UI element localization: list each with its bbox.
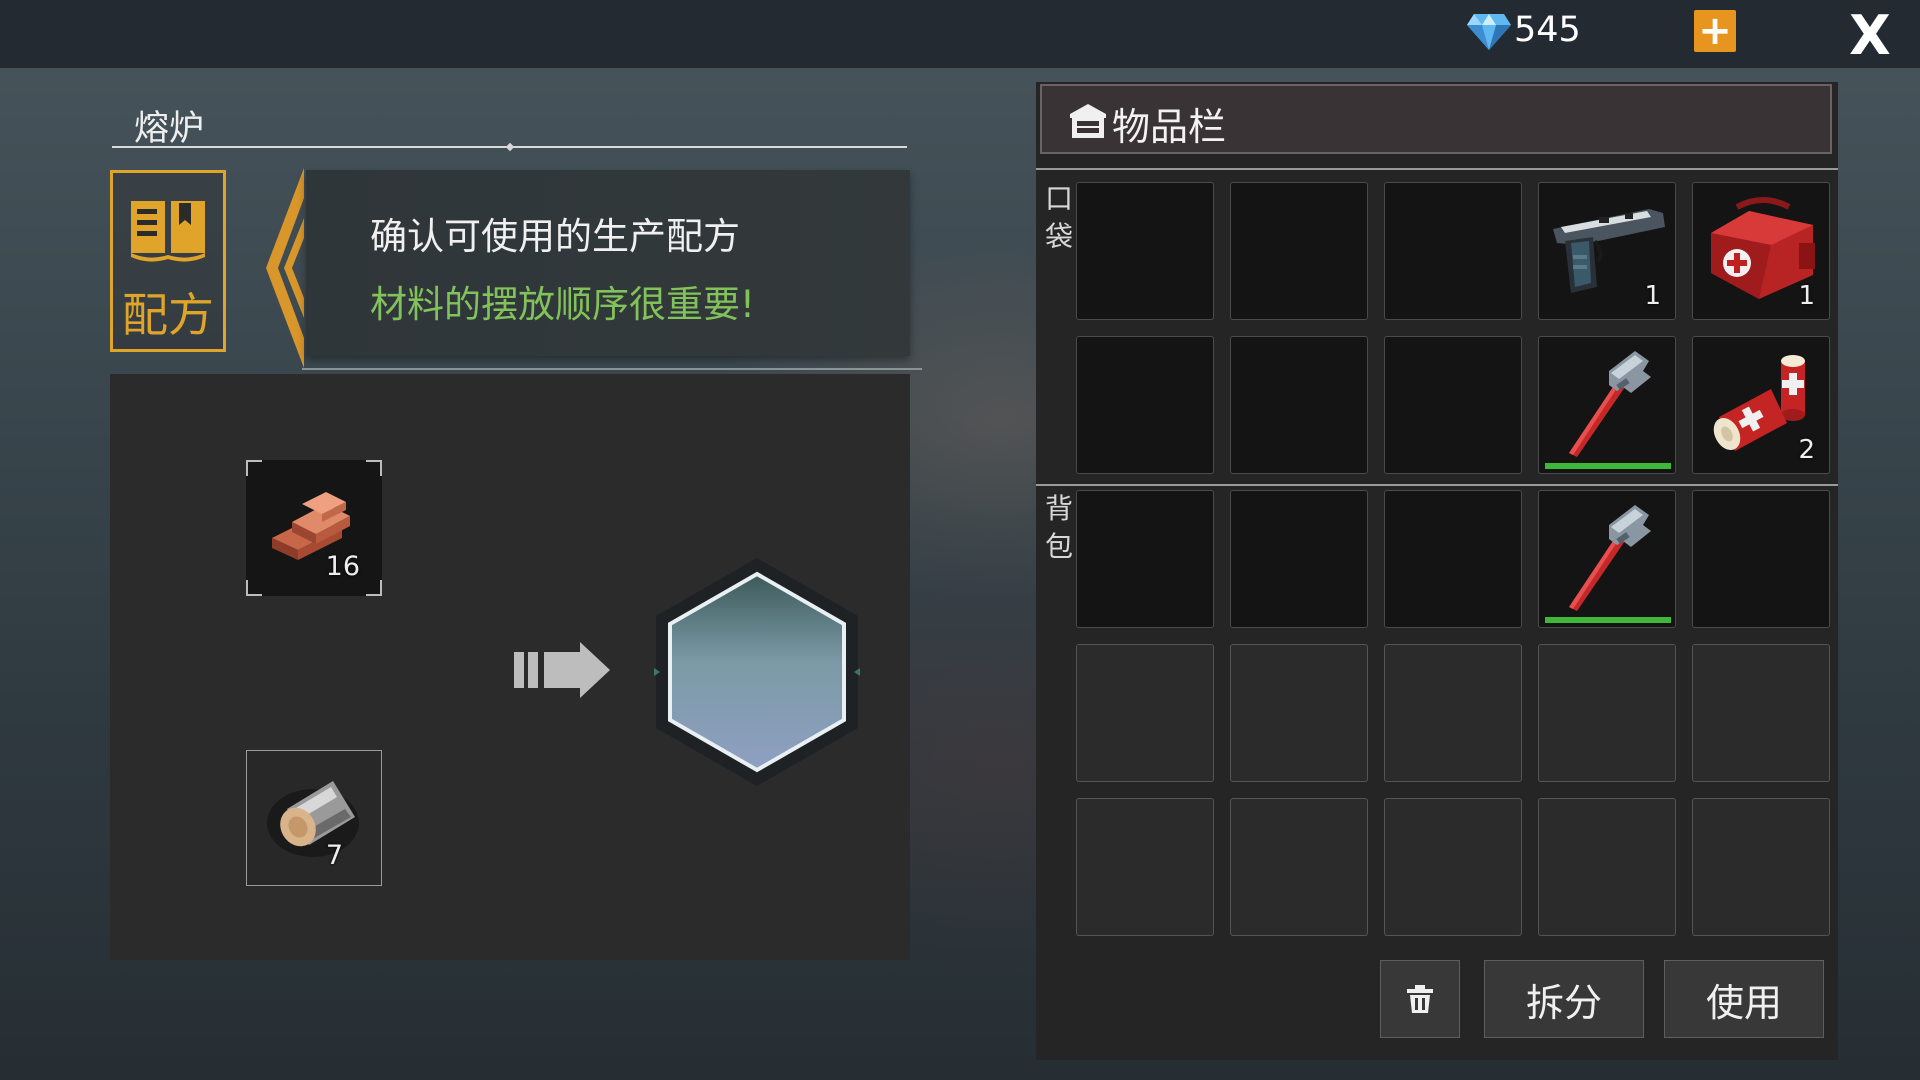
backpack-slot[interactable] [1692, 644, 1830, 782]
backpack-slot[interactable] [1230, 644, 1368, 782]
pipe-wrench-icon [1569, 351, 1651, 457]
storage-icon [1070, 104, 1106, 138]
delete-button[interactable] [1380, 960, 1460, 1038]
item-count: 1 [1798, 281, 1815, 311]
add-currency-button[interactable]: + [1694, 10, 1736, 52]
item-count: 16 [325, 551, 360, 582]
pocket-label: 口 袋 [1044, 182, 1073, 253]
pocket-slot[interactable] [1076, 182, 1214, 320]
station-title: 熔炉 [134, 109, 205, 149]
top-bar [0, 0, 1920, 68]
pocket-slot-bandage[interactable]: 2 [1692, 336, 1830, 474]
hint-panel: 确认可使用的生产配方 材料的摆放顺序很重要! [306, 170, 910, 356]
inventory-panel: 物品栏 口 袋 背 包 1 1 2 拆分 使用 [1036, 82, 1838, 1060]
backpack-slot[interactable] [1692, 798, 1830, 936]
pipe-wrench-icon [1569, 505, 1651, 611]
header-divider [1036, 168, 1838, 170]
chevron-left-icon [266, 168, 304, 368]
diamond-icon [1467, 14, 1511, 50]
input-slot-copper[interactable]: 16 [246, 460, 382, 596]
pocket-slot[interactable] [1384, 182, 1522, 320]
currency-amount: 545 [1514, 10, 1581, 50]
section-divider [1036, 484, 1838, 486]
recipe-label: 配方 [122, 288, 214, 342]
durability-bar [1545, 617, 1671, 623]
item-count: 1 [1644, 281, 1661, 311]
pocket-slot[interactable] [1230, 182, 1368, 320]
pocket-slot[interactable] [1384, 336, 1522, 474]
backpack-slot-wrench[interactable] [1538, 490, 1676, 628]
backpack-slot[interactable] [1076, 490, 1214, 628]
backpack-slot[interactable] [1384, 490, 1522, 628]
pocket-slot-medkit[interactable]: 1 [1692, 182, 1830, 320]
hint-text: 确认可使用的生产配方 [370, 215, 740, 258]
input-slot-log[interactable]: 7 [246, 750, 382, 886]
backpack-slot[interactable] [1384, 644, 1522, 782]
arrow-right-icon [514, 642, 610, 698]
log-icon [267, 781, 359, 857]
hint-warning-text: 材料的摆放顺序很重要! [370, 283, 755, 326]
slot-corner [246, 460, 262, 476]
backpack-slot[interactable] [1230, 490, 1368, 628]
item-count: 7 [325, 840, 343, 871]
recipe-button[interactable]: 配方 [110, 170, 226, 352]
backpack-slot[interactable] [1076, 644, 1214, 782]
slot-corner [366, 460, 382, 476]
trash-icon [1407, 985, 1433, 1013]
use-button[interactable]: 使用 [1664, 960, 1824, 1038]
backpack-slot[interactable] [1692, 490, 1830, 628]
backpack-slot[interactable] [1538, 798, 1676, 936]
backpack-label: 背 包 [1044, 492, 1073, 563]
recipe-book-icon [131, 201, 205, 262]
pocket-slot[interactable] [1230, 336, 1368, 474]
hint-divider [302, 368, 922, 370]
inventory-header: 物品栏 [1040, 84, 1832, 154]
backpack-slot[interactable] [1538, 644, 1676, 782]
result-slot[interactable] [650, 554, 864, 790]
copper-ingots-icon [272, 492, 350, 560]
title-divider [112, 146, 907, 148]
backpack-slot[interactable] [1076, 798, 1214, 936]
backpack-slot[interactable] [1384, 798, 1522, 936]
pocket-slot-pistol[interactable]: 1 [1538, 182, 1676, 320]
item-count: 2 [1798, 435, 1815, 465]
slot-corner [366, 580, 382, 596]
durability-bar [1545, 463, 1671, 469]
slot-corner [246, 580, 262, 596]
pocket-slot[interactable] [1076, 336, 1214, 474]
crafting-panel: 16 7 [110, 374, 910, 960]
split-button[interactable]: 拆分 [1484, 960, 1644, 1038]
pocket-slot-wrench[interactable] [1538, 336, 1676, 474]
inventory-title: 物品栏 [1112, 105, 1227, 149]
close-button[interactable]: X [1842, 8, 1898, 64]
backpack-slot[interactable] [1230, 798, 1368, 936]
